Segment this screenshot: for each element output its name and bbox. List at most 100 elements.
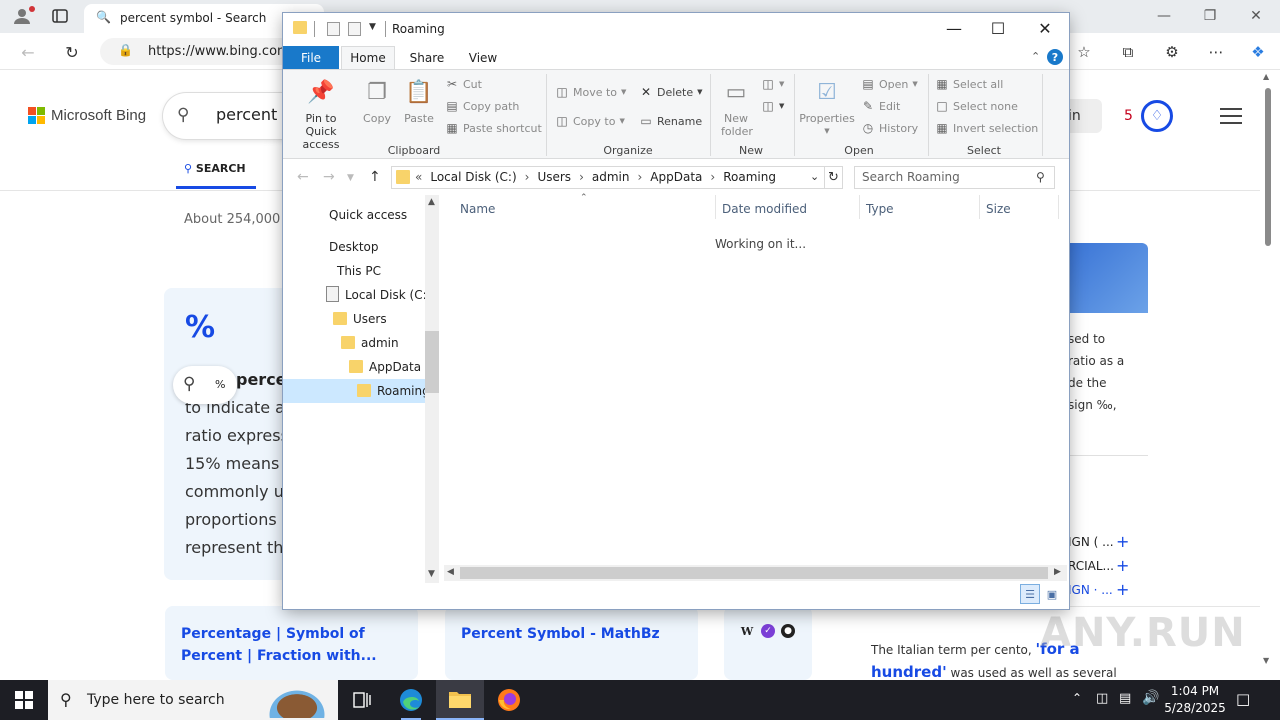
scrollbar-thumb[interactable] [425, 331, 439, 393]
column-size[interactable]: Size [986, 202, 1011, 216]
security-icon[interactable]: ◫ [1096, 691, 1108, 706]
notification-icon[interactable]: □ [1236, 690, 1250, 708]
select-none-button[interactable]: □ Select none [935, 99, 1018, 113]
easy-access-button[interactable]: ◫ ▼ [761, 99, 784, 113]
plus-icon[interactable]: + [1116, 532, 1129, 551]
side-panel-link[interactable]: IGN · ... [1068, 583, 1113, 597]
invert-selection-button[interactable]: ▦ Invert selection [935, 121, 1038, 135]
properties-quick-icon[interactable] [327, 22, 340, 36]
breadcrumb-appdata[interactable]: AppData [650, 170, 702, 184]
breadcrumb-users[interactable]: Users [537, 170, 571, 184]
collections-icon[interactable]: ⧉ [1114, 39, 1142, 65]
rewards-icon[interactable]: ♢ [1141, 100, 1173, 132]
signin-button[interactable]: in [1068, 99, 1102, 133]
details-view-icon[interactable]: ☰ [1020, 584, 1040, 604]
taskbar-search[interactable]: ⚲ Type here to search [48, 680, 338, 720]
history-button[interactable]: ◷ History [861, 121, 918, 135]
tree-item-desktop[interactable]: Desktop [283, 235, 425, 259]
breadcrumb-local-disk[interactable]: Local Disk (C:) [430, 170, 516, 184]
rename-button[interactable]: ▭ Rename [639, 114, 702, 128]
extensions-icon[interactable]: ⚙ [1158, 39, 1186, 65]
tree-item-users[interactable]: Users [283, 307, 425, 331]
scroll-up-icon[interactable]: ▲ [428, 197, 435, 207]
path-field[interactable]: « Local Disk (C:) › Users › admin › AppD… [391, 166, 825, 189]
tree-item-local-disk[interactable]: Local Disk (C:) [283, 283, 431, 307]
browser-close-button[interactable]: ✕ [1233, 4, 1279, 28]
breadcrumb-roaming[interactable]: Roaming [723, 170, 776, 184]
scrollbar-thumb[interactable] [1265, 88, 1271, 246]
related-card[interactable]: Percentage | Symbol of Percent | Fractio… [165, 606, 418, 680]
tree-item-appdata[interactable]: AppData [283, 355, 425, 379]
plus-icon[interactable]: + [1116, 580, 1129, 599]
column-date-modified[interactable]: Date modified [722, 202, 807, 216]
visual-search-button[interactable]: ⚲ % [173, 366, 237, 404]
favorite-icon[interactable]: ☆ [1070, 39, 1098, 65]
horizontal-scrollbar[interactable]: ◀ ▶ [444, 565, 1067, 581]
scroll-down-icon[interactable]: ▼ [428, 569, 435, 579]
copy-button[interactable]: ❐ Copy [359, 76, 395, 125]
explorer-maximize-button[interactable]: ☐ [975, 13, 1021, 44]
network-icon[interactable]: ▤ [1119, 691, 1131, 706]
up-icon[interactable]: ↑ [369, 169, 381, 185]
navigation-pane-scrollbar[interactable]: ▲ ▼ [425, 195, 439, 583]
copy-to-button[interactable]: ◫ Copy to ▼ [555, 114, 625, 128]
paste-button[interactable]: 📋 Paste [401, 76, 437, 125]
large-icons-view-icon[interactable]: ▣ [1042, 584, 1062, 604]
column-type[interactable]: Type [866, 202, 894, 216]
back-icon[interactable]: ← [14, 39, 42, 65]
column-name[interactable]: Name [460, 202, 495, 216]
forward-icon[interactable]: → [323, 169, 335, 185]
paste-shortcut-button[interactable]: ▦ Paste shortcut [445, 121, 541, 135]
scroll-left-icon[interactable]: ◀ [447, 567, 454, 577]
profile-icon[interactable] [8, 4, 36, 28]
copilot-icon[interactable]: ❖ [1244, 39, 1272, 65]
explorer-minimize-button[interactable]: — [931, 13, 977, 44]
clock[interactable]: 1:04 PM 5/28/2025 [1164, 683, 1226, 717]
tree-item-this-pc[interactable]: This PC [283, 259, 425, 283]
volume-icon[interactable]: 🔊 [1142, 690, 1159, 706]
tab-actions-icon[interactable] [46, 4, 74, 28]
open-button[interactable]: ▤ Open ▼ [861, 77, 917, 91]
tree-item-admin[interactable]: admin [283, 331, 425, 355]
side-panel-link[interactable]: IGN ( ... [1068, 535, 1114, 549]
select-all-button[interactable]: ▦ Select all [935, 77, 1003, 91]
quick-access-dropdown-icon[interactable]: ▼ [369, 22, 376, 32]
explorer-search-input[interactable]: Search Roaming ⚲ [854, 166, 1055, 189]
breadcrumb-admin[interactable]: admin [592, 170, 630, 184]
tab-view[interactable]: View [459, 46, 507, 69]
more-icon[interactable]: ⋯ [1202, 39, 1230, 65]
firefox-icon[interactable] [485, 680, 533, 720]
browser-minimize-button[interactable]: — [1141, 4, 1187, 28]
back-icon[interactable]: ← [297, 169, 309, 185]
edge-icon[interactable] [387, 680, 435, 720]
cut-button[interactable]: ✂ Cut [445, 77, 482, 91]
page-scrollbar[interactable]: ▲ ▼ [1262, 70, 1274, 670]
plus-icon[interactable]: + [1116, 556, 1129, 575]
delete-button[interactable]: ✕ Delete ▼ [639, 85, 703, 99]
tree-item-roaming[interactable]: Roaming [283, 379, 430, 403]
refresh-icon[interactable]: ↻ [825, 166, 843, 189]
show-hidden-icons[interactable]: ⌃ [1072, 691, 1082, 705]
menu-icon[interactable] [1220, 108, 1242, 129]
file-explorer-icon[interactable] [436, 680, 484, 720]
side-panel-link[interactable]: RCIAL... [1068, 559, 1114, 573]
start-button[interactable] [0, 680, 48, 720]
tab-file[interactable]: File [283, 46, 339, 69]
explorer-title-bar[interactable]: ▼ Roaming — ☐ ✕ [283, 13, 1069, 45]
scrollbar-thumb[interactable] [460, 567, 1048, 579]
path-dropdown-icon[interactable]: ⌄ [810, 170, 819, 183]
tab-home[interactable]: Home [341, 46, 395, 69]
explorer-close-button[interactable]: ✕ [1022, 13, 1068, 44]
tree-item-quick-access[interactable]: Quick access [283, 203, 425, 227]
pin-quick-access-button[interactable]: 📌 Pin to Quick access [289, 76, 353, 151]
collapse-ribbon-icon[interactable]: ⌃ [1031, 50, 1040, 63]
tab-share[interactable]: Share [403, 46, 451, 69]
recent-locations-icon[interactable]: ▼ [347, 173, 354, 183]
new-item-button[interactable]: ◫ ▼ [761, 77, 784, 91]
properties-button[interactable]: ☑ Properties ▼ [799, 76, 855, 138]
refresh-icon[interactable]: ↻ [58, 39, 86, 65]
move-to-button[interactable]: ◫ Move to ▼ [555, 85, 626, 99]
new-folder-quick-icon[interactable] [348, 22, 361, 36]
related-card[interactable]: Percent Symbol - MathBz [445, 606, 698, 680]
help-icon[interactable]: ? [1047, 49, 1063, 65]
